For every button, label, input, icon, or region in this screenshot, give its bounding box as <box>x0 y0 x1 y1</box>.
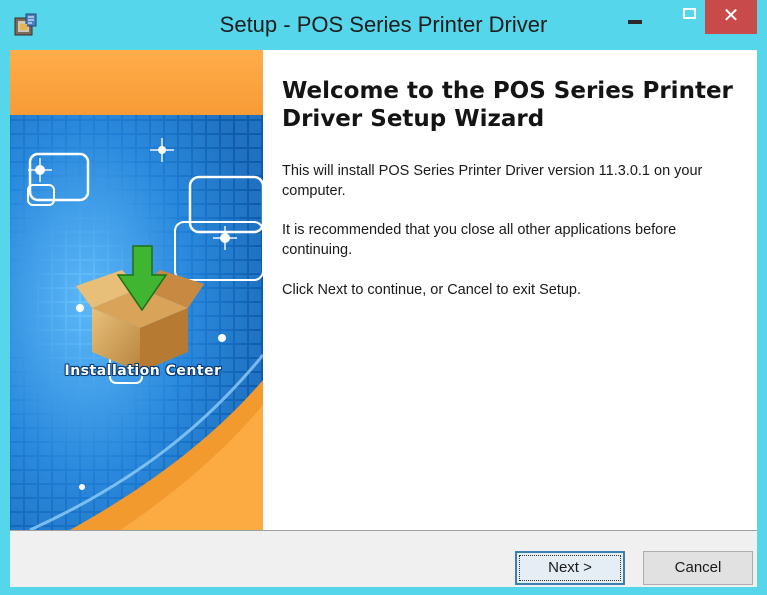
side-image-caption: Installation Center <box>64 363 222 379</box>
wizard-paragraph-recommend: It is recommended that you close all oth… <box>282 222 677 258</box>
next-button[interactable]: Next > <box>515 551 625 585</box>
minimize-icon <box>628 20 642 24</box>
cancel-button-label: Cancel <box>674 559 722 576</box>
wizard-side-image <box>10 50 263 530</box>
minimize-button[interactable] <box>612 0 658 34</box>
close-icon: ✕ <box>722 3 740 27</box>
cancel-button[interactable]: Cancel <box>643 551 753 585</box>
focus-outline <box>519 555 621 581</box>
maximize-icon <box>683 8 696 19</box>
close-button[interactable]: ✕ <box>705 0 757 34</box>
wizard-content: Installation Center Welcome to the POS S… <box>10 50 757 530</box>
wizard-footer: Next > Cancel <box>10 530 757 587</box>
wizard-paragraph-install: This will install POS Series Printer Dri… <box>282 163 703 199</box>
setup-window: Setup - POS Series Printer Driver ✕ Inst… <box>0 0 767 595</box>
title-bar[interactable]: Setup - POS Series Printer Driver ✕ <box>0 0 767 50</box>
window-bottom-border <box>0 587 767 595</box>
wizard-heading: Welcome to the POS Series Printer Driver… <box>282 78 733 132</box>
wizard-paragraph-instructions: Click Next to continue, or Cancel to exi… <box>282 282 582 298</box>
